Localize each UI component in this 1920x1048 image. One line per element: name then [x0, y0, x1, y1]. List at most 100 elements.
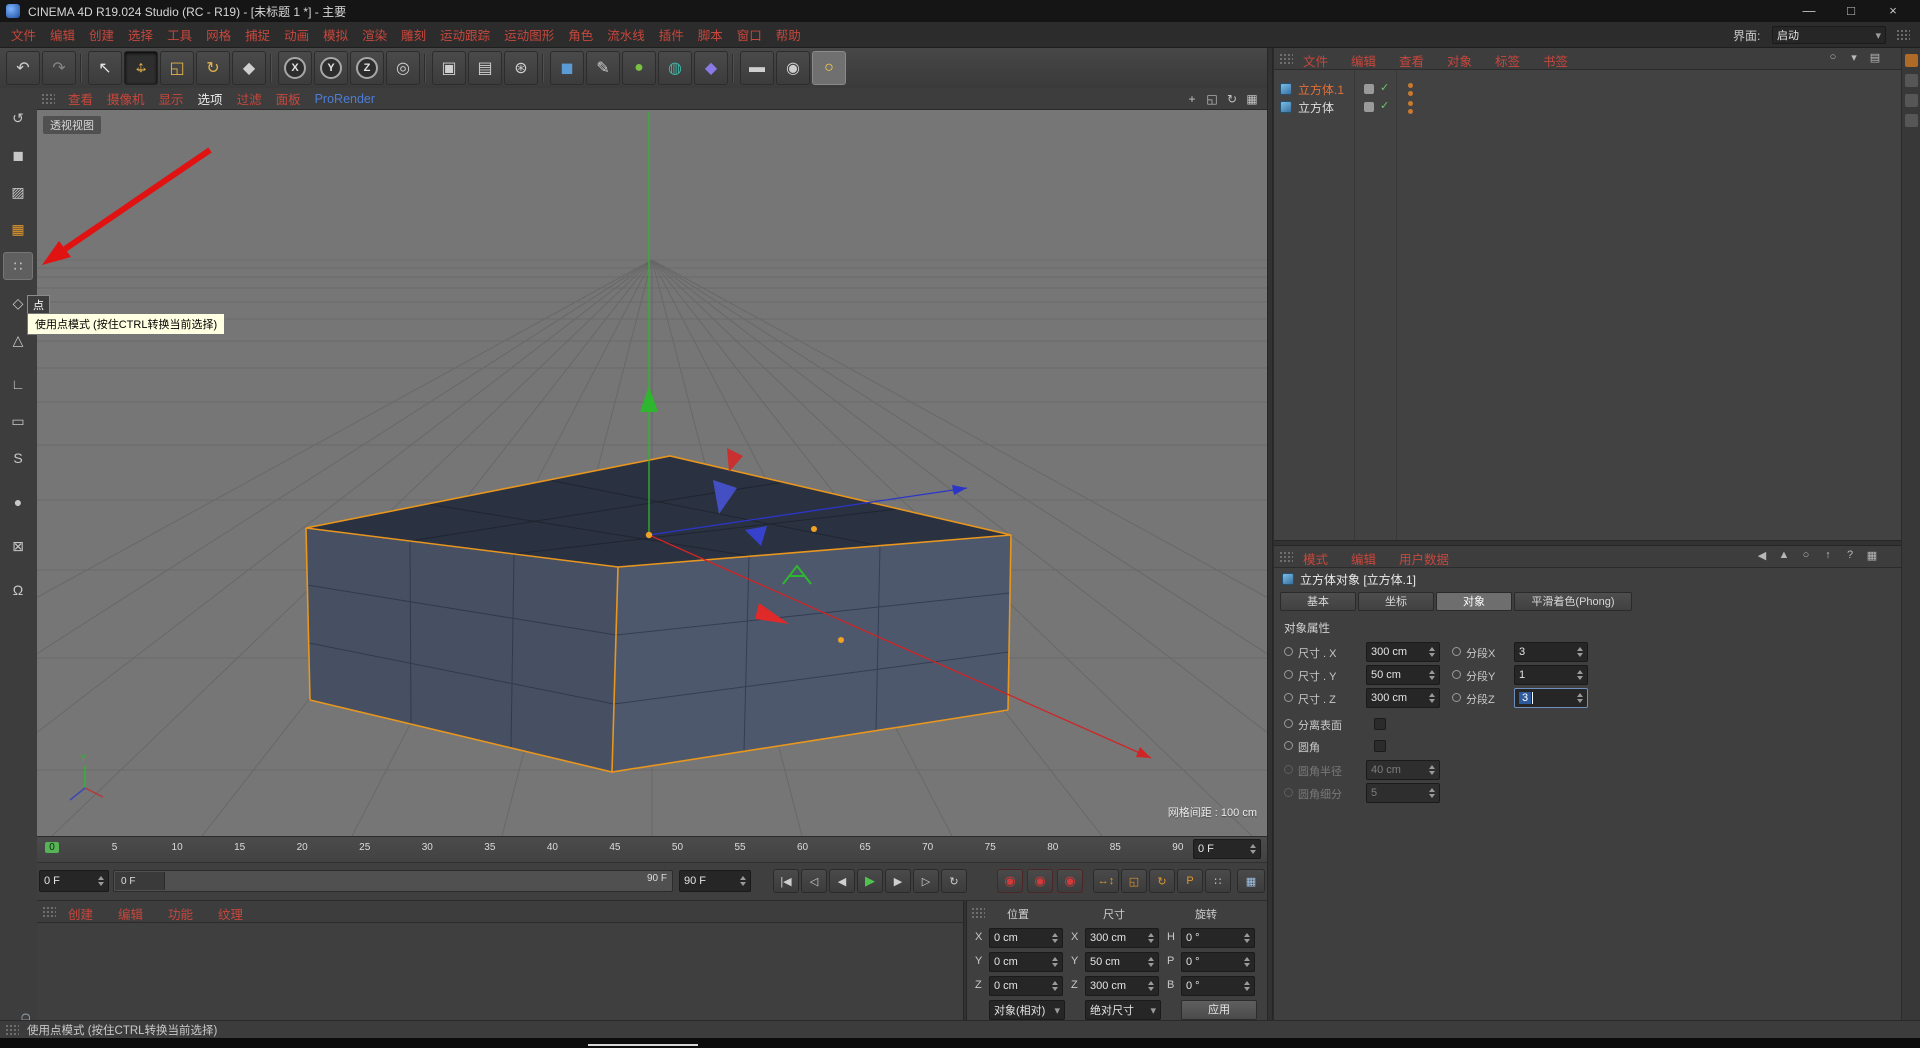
rotation-p-field[interactable]: 0 °	[1181, 952, 1255, 972]
vp-menu-view[interactable]: 查看	[61, 87, 100, 110]
axis-mode-button[interactable]: ∟	[3, 370, 33, 398]
material-menu-create[interactable]: 创建	[61, 902, 100, 925]
vp-menu-panel[interactable]: 面板	[269, 87, 308, 110]
nav-back-icon[interactable]: ◀	[1754, 549, 1770, 562]
lock-y-button[interactable]: Y	[314, 51, 348, 85]
segments-z-field[interactable]: 3	[1514, 688, 1588, 708]
vp-menu-filter[interactable]: 过滤	[230, 87, 269, 110]
record-keyframe-button[interactable]: ◉	[997, 869, 1023, 893]
move-tool-button[interactable]: ↔ ↕	[124, 51, 158, 85]
segments-x-field[interactable]: 3	[1514, 642, 1588, 662]
add-camera-button[interactable]: ◉	[776, 51, 810, 85]
lock-z-button[interactable]: Z	[350, 51, 384, 85]
strip-tab-icon[interactable]	[1905, 94, 1918, 107]
toggle-views-icon[interactable]: ▦	[1243, 92, 1261, 106]
render-visibility-dot[interactable]	[1408, 91, 1413, 96]
apply-button[interactable]: 应用	[1181, 1000, 1257, 1020]
material-menu-edit[interactable]: 编辑	[111, 902, 150, 925]
lock-icon[interactable]: ○	[1798, 549, 1814, 561]
rotation-h-field[interactable]: 0 °	[1181, 928, 1255, 948]
play-button[interactable]: ▶	[857, 869, 883, 893]
object-name[interactable]: 立方体.1	[1298, 81, 1344, 98]
object-tree[interactable]: 立方体.1 ✓ 立方体 ✓	[1274, 70, 1902, 540]
previous-key-button[interactable]: ◁	[801, 869, 827, 893]
menu-window[interactable]: 窗口	[730, 23, 769, 46]
undo-button[interactable]: ↶	[6, 51, 40, 85]
viewport-solo-button[interactable]: ▭	[3, 407, 33, 435]
keyframe-circle[interactable]	[1452, 670, 1461, 679]
menu-edit[interactable]: 编辑	[43, 23, 82, 46]
render-visibility-dot[interactable]	[1408, 109, 1413, 114]
size-y-field[interactable]: 50 cm	[1085, 952, 1159, 972]
menu-render[interactable]: 渲染	[355, 23, 394, 46]
menubar-grip[interactable]	[1896, 29, 1910, 41]
menu-file[interactable]: 文件	[4, 23, 43, 46]
om-menu-objects[interactable]: 对象	[1440, 49, 1479, 72]
render-settings-button[interactable]: ⊛	[504, 51, 538, 85]
record-scale-toggle[interactable]: ◱	[1121, 869, 1147, 893]
scale-tool-button[interactable]: ◱	[160, 51, 194, 85]
strip-tab-icon[interactable]	[1905, 114, 1918, 127]
rotate-view-icon[interactable]: ↻	[1223, 92, 1241, 106]
spinner[interactable]	[98, 876, 104, 886]
recent-tool-button[interactable]: ◆	[232, 51, 266, 85]
add-deformer-button[interactable]: ◆	[694, 51, 728, 85]
position-y-field[interactable]: 0 cm	[989, 952, 1063, 972]
add-mograph-button[interactable]: ◍	[658, 51, 692, 85]
menu-create[interactable]: 创建	[82, 23, 121, 46]
keyframe-circle[interactable]	[1284, 719, 1293, 728]
record-rotation-toggle[interactable]: ↻	[1149, 869, 1175, 893]
rotation-b-field[interactable]: 0 °	[1181, 976, 1255, 996]
add-cube-button[interactable]: ◼	[550, 51, 584, 85]
redo-button[interactable]: ↷	[42, 51, 76, 85]
menu-mograph[interactable]: 运动图形	[497, 23, 561, 46]
object-row-cube[interactable]: 立方体 ✓	[1280, 98, 1896, 116]
keyframe-circle[interactable]	[1452, 693, 1461, 702]
size-y-attr-field[interactable]: 50 cm	[1366, 665, 1440, 685]
snap-mode-button[interactable]: S	[3, 444, 33, 472]
menu-help[interactable]: 帮助	[769, 23, 808, 46]
object-manager-grip[interactable]	[1279, 53, 1293, 65]
vp-menu-camera[interactable]: 摄像机	[100, 87, 152, 110]
om-menu-file[interactable]: 文件	[1296, 49, 1335, 72]
menu-pipeline[interactable]: 流水线	[600, 23, 652, 46]
record-options-button[interactable]: ◉	[1057, 869, 1083, 893]
goto-start-button[interactable]: |◀	[773, 869, 799, 893]
material-manager-grip[interactable]	[42, 906, 56, 918]
menu-snap[interactable]: 捕捉	[238, 23, 277, 46]
zoom-view-icon[interactable]: ◱	[1203, 92, 1221, 106]
menu-animate[interactable]: 动画	[277, 23, 316, 46]
position-x-field[interactable]: 0 cm	[989, 928, 1063, 948]
layer-toggle-icon[interactable]	[1364, 84, 1374, 94]
model-mode-button[interactable]: ◼	[3, 141, 33, 169]
om-menu-tags[interactable]: 标签	[1488, 49, 1527, 72]
coordinates-grip[interactable]	[971, 907, 985, 919]
om-menu-bookmarks[interactable]: 书签	[1536, 49, 1575, 72]
menu-tools[interactable]: 工具	[160, 23, 199, 46]
record-pla-toggle[interactable]: ∷	[1205, 869, 1231, 893]
position-z-field[interactable]: 0 cm	[989, 976, 1063, 996]
am-menu-edit[interactable]: 编辑	[1344, 547, 1383, 570]
size-x-attr-field[interactable]: 300 cm	[1366, 642, 1440, 662]
lock-workplane-button[interactable]: ⊠	[3, 532, 33, 560]
record-position-toggle[interactable]: ↔ ↕	[1093, 869, 1119, 893]
points-mode-button[interactable]: ∷	[3, 252, 33, 280]
menu-plugins[interactable]: 插件	[652, 23, 691, 46]
am-menu-userdata[interactable]: 用户数据	[1392, 547, 1456, 570]
editor-visibility-dot[interactable]	[1408, 83, 1413, 88]
size-z-attr-field[interactable]: 300 cm	[1366, 688, 1440, 708]
menu-character[interactable]: 角色	[561, 23, 600, 46]
menu-select[interactable]: 选择	[121, 23, 160, 46]
tab-coordinates[interactable]: 坐标	[1358, 592, 1434, 611]
viewport-menu-grip[interactable]	[41, 92, 55, 105]
size-z-field[interactable]: 300 cm	[1085, 976, 1159, 996]
menu-script[interactable]: 脚本	[691, 23, 730, 46]
close-button[interactable]: ×	[1872, 0, 1914, 22]
enabled-check-icon[interactable]: ✓	[1380, 81, 1389, 94]
maximize-button[interactable]: □	[1830, 0, 1872, 22]
vp-menu-display[interactable]: 显示	[152, 87, 191, 110]
menu-motion-tracker[interactable]: 运动跟踪	[433, 23, 497, 46]
frame-hud-field[interactable]: 0 F	[1193, 839, 1261, 859]
live-selection-button[interactable]: ↖	[88, 51, 122, 85]
coordinate-system-button[interactable]: ◎	[386, 51, 420, 85]
